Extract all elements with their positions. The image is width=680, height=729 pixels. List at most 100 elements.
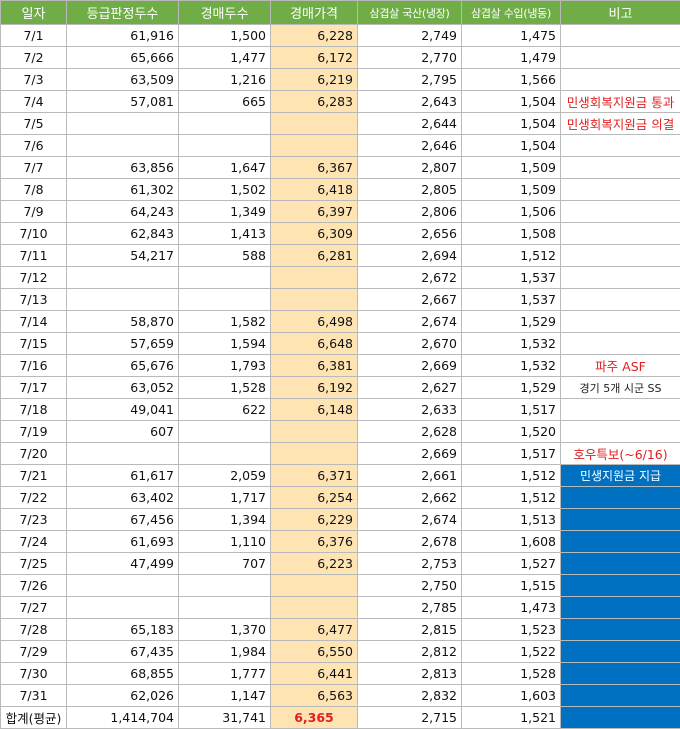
cell-date[interactable]: 7/20 bbox=[1, 443, 67, 465]
cell-auction-count[interactable]: 1,717 bbox=[179, 487, 271, 509]
cell-date[interactable]: 7/13 bbox=[1, 289, 67, 311]
cell-auction-price[interactable]: 6,477 bbox=[271, 619, 358, 641]
cell-note[interactable] bbox=[561, 685, 680, 707]
cell-auction-price[interactable] bbox=[271, 421, 358, 443]
cell-auction-count[interactable]: 1,594 bbox=[179, 333, 271, 355]
total-note[interactable] bbox=[561, 707, 680, 729]
cell-note[interactable] bbox=[561, 641, 680, 663]
cell-grade-count[interactable]: 65,676 bbox=[67, 355, 179, 377]
cell-note[interactable] bbox=[561, 25, 680, 47]
cell-date[interactable]: 7/3 bbox=[1, 69, 67, 91]
cell-pork-belly-imported[interactable]: 1,532 bbox=[462, 333, 561, 355]
cell-auction-count[interactable]: 1,110 bbox=[179, 531, 271, 553]
cell-auction-price[interactable]: 6,441 bbox=[271, 663, 358, 685]
cell-note[interactable]: 경기 5개 시군 SS bbox=[561, 377, 680, 399]
cell-pork-belly-domestic[interactable]: 2,667 bbox=[358, 289, 462, 311]
cell-pork-belly-imported[interactable]: 1,508 bbox=[462, 223, 561, 245]
cell-auction-price[interactable]: 6,550 bbox=[271, 641, 358, 663]
total-pork-belly-domestic[interactable]: 2,715 bbox=[358, 707, 462, 729]
cell-auction-count[interactable]: 2,059 bbox=[179, 465, 271, 487]
cell-grade-count[interactable]: 63,402 bbox=[67, 487, 179, 509]
cell-grade-count[interactable]: 67,456 bbox=[67, 509, 179, 531]
cell-pork-belly-imported[interactable]: 1,506 bbox=[462, 201, 561, 223]
total-pork-belly-imported[interactable]: 1,521 bbox=[462, 707, 561, 729]
header-pork-belly-imported[interactable]: 삼겹살 수입(냉동) bbox=[462, 1, 561, 25]
cell-auction-price[interactable]: 6,498 bbox=[271, 311, 358, 333]
cell-note[interactable] bbox=[561, 663, 680, 685]
cell-date[interactable]: 7/24 bbox=[1, 531, 67, 553]
cell-grade-count[interactable]: 61,916 bbox=[67, 25, 179, 47]
cell-auction-price[interactable] bbox=[271, 289, 358, 311]
cell-pork-belly-domestic[interactable]: 2,627 bbox=[358, 377, 462, 399]
cell-auction-count[interactable]: 707 bbox=[179, 553, 271, 575]
cell-date[interactable]: 7/10 bbox=[1, 223, 67, 245]
cell-auction-count[interactable]: 1,370 bbox=[179, 619, 271, 641]
cell-date[interactable]: 7/14 bbox=[1, 311, 67, 333]
cell-auction-count[interactable]: 1,349 bbox=[179, 201, 271, 223]
cell-grade-count[interactable]: 62,843 bbox=[67, 223, 179, 245]
cell-auction-price[interactable]: 6,219 bbox=[271, 69, 358, 91]
cell-pork-belly-imported[interactable]: 1,515 bbox=[462, 575, 561, 597]
cell-auction-count[interactable]: 1,793 bbox=[179, 355, 271, 377]
cell-date[interactable]: 7/22 bbox=[1, 487, 67, 509]
cell-auction-price[interactable]: 6,309 bbox=[271, 223, 358, 245]
cell-grade-count[interactable]: 62,026 bbox=[67, 685, 179, 707]
cell-grade-count[interactable]: 57,081 bbox=[67, 91, 179, 113]
cell-auction-count[interactable]: 1,413 bbox=[179, 223, 271, 245]
cell-pork-belly-imported[interactable]: 1,537 bbox=[462, 267, 561, 289]
cell-grade-count[interactable]: 61,693 bbox=[67, 531, 179, 553]
cell-note[interactable]: 파주 ASF bbox=[561, 355, 680, 377]
cell-auction-price[interactable]: 6,367 bbox=[271, 157, 358, 179]
cell-note[interactable] bbox=[561, 421, 680, 443]
cell-auction-count[interactable] bbox=[179, 575, 271, 597]
cell-note[interactable] bbox=[561, 333, 680, 355]
cell-pork-belly-domestic[interactable]: 2,813 bbox=[358, 663, 462, 685]
cell-date[interactable]: 7/9 bbox=[1, 201, 67, 223]
cell-auction-price[interactable] bbox=[271, 135, 358, 157]
cell-pork-belly-imported[interactable]: 1,509 bbox=[462, 157, 561, 179]
cell-auction-price[interactable] bbox=[271, 575, 358, 597]
cell-note[interactable]: 민생회복지원금 의결 bbox=[561, 113, 680, 135]
cell-note[interactable] bbox=[561, 289, 680, 311]
cell-note[interactable] bbox=[561, 47, 680, 69]
cell-auction-count[interactable]: 665 bbox=[179, 91, 271, 113]
cell-date[interactable]: 7/25 bbox=[1, 553, 67, 575]
cell-auction-count[interactable]: 622 bbox=[179, 399, 271, 421]
cell-grade-count[interactable]: 63,052 bbox=[67, 377, 179, 399]
cell-pork-belly-domestic[interactable]: 2,750 bbox=[358, 575, 462, 597]
cell-date[interactable]: 7/27 bbox=[1, 597, 67, 619]
cell-pork-belly-domestic[interactable]: 2,806 bbox=[358, 201, 462, 223]
cell-note[interactable] bbox=[561, 69, 680, 91]
cell-pork-belly-domestic[interactable]: 2,674 bbox=[358, 509, 462, 531]
cell-pork-belly-imported[interactable]: 1,603 bbox=[462, 685, 561, 707]
cell-grade-count[interactable]: 57,659 bbox=[67, 333, 179, 355]
cell-pork-belly-imported[interactable]: 1,517 bbox=[462, 399, 561, 421]
cell-auction-price[interactable] bbox=[271, 443, 358, 465]
cell-grade-count[interactable]: 63,856 bbox=[67, 157, 179, 179]
cell-pork-belly-imported[interactable]: 1,504 bbox=[462, 91, 561, 113]
cell-auction-count[interactable]: 1,147 bbox=[179, 685, 271, 707]
cell-note[interactable]: 민생지원금 지급 bbox=[561, 465, 680, 487]
cell-auction-price[interactable]: 6,172 bbox=[271, 47, 358, 69]
cell-grade-count[interactable]: 67,435 bbox=[67, 641, 179, 663]
cell-date[interactable]: 7/11 bbox=[1, 245, 67, 267]
cell-pork-belly-imported[interactable]: 1,479 bbox=[462, 47, 561, 69]
cell-date[interactable]: 7/31 bbox=[1, 685, 67, 707]
cell-grade-count[interactable] bbox=[67, 597, 179, 619]
cell-note[interactable] bbox=[561, 267, 680, 289]
cell-pork-belly-imported[interactable]: 1,566 bbox=[462, 69, 561, 91]
cell-note[interactable]: 민생회복지원금 통과 bbox=[561, 91, 680, 113]
cell-grade-count[interactable]: 47,499 bbox=[67, 553, 179, 575]
cell-date[interactable]: 7/29 bbox=[1, 641, 67, 663]
cell-note[interactable] bbox=[561, 487, 680, 509]
cell-pork-belly-imported[interactable]: 1,532 bbox=[462, 355, 561, 377]
cell-auction-count[interactable]: 1,477 bbox=[179, 47, 271, 69]
cell-pork-belly-imported[interactable]: 1,522 bbox=[462, 641, 561, 663]
cell-auction-price[interactable]: 6,397 bbox=[271, 201, 358, 223]
cell-note[interactable] bbox=[561, 201, 680, 223]
header-pork-belly-domestic[interactable]: 삼겹살 국산(냉장) bbox=[358, 1, 462, 25]
cell-auction-price[interactable]: 6,229 bbox=[271, 509, 358, 531]
cell-pork-belly-domestic[interactable]: 2,674 bbox=[358, 311, 462, 333]
cell-pork-belly-imported[interactable]: 1,473 bbox=[462, 597, 561, 619]
cell-auction-count[interactable] bbox=[179, 289, 271, 311]
